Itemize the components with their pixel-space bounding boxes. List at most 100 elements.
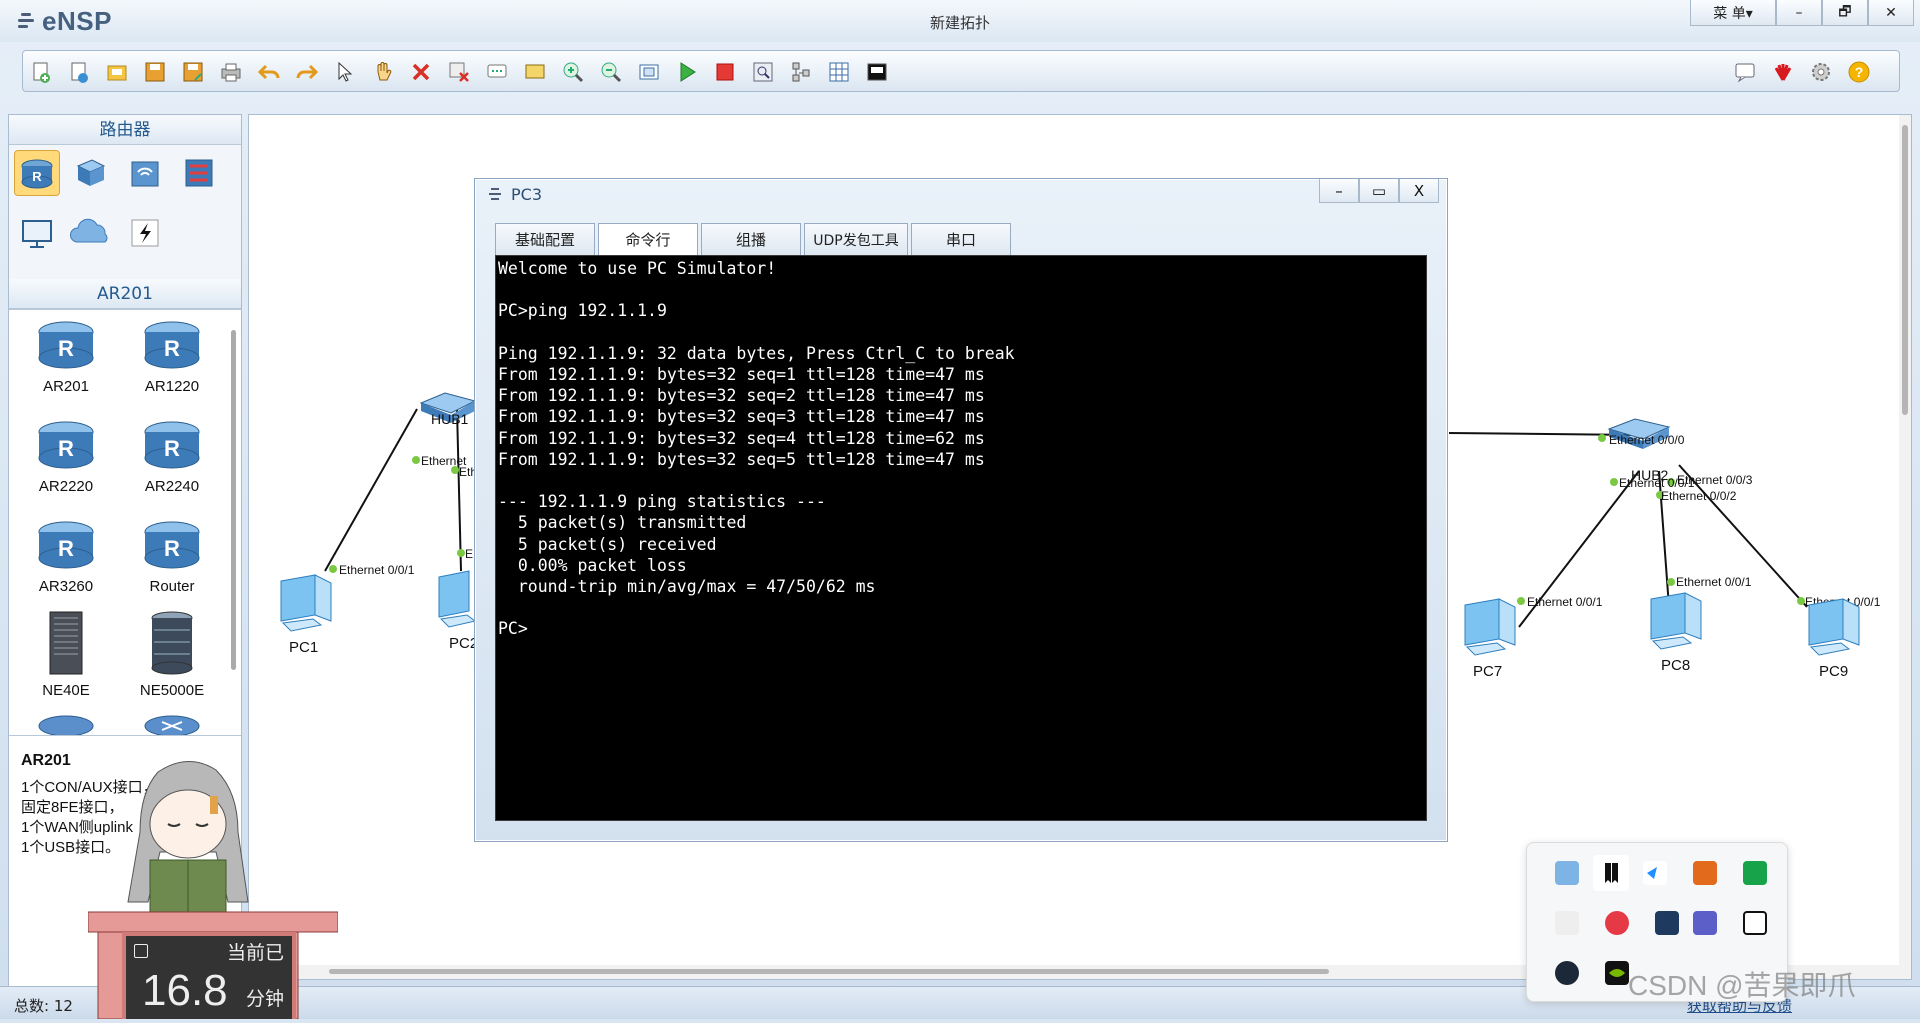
pc8-label: PC8 bbox=[1661, 657, 1691, 674]
pc8-icon[interactable] bbox=[1641, 591, 1711, 655]
study-timer: 当前已 16.8 分钟 bbox=[122, 932, 296, 1019]
tray-blank-icon[interactable] bbox=[1555, 911, 1579, 935]
tray-hdx-icon[interactable] bbox=[1655, 911, 1679, 935]
restore-button[interactable]: 🗗 bbox=[1822, 0, 1868, 26]
tab-basic-config[interactable]: 基础配置 bbox=[495, 223, 595, 255]
screenshot-icon[interactable] bbox=[863, 58, 891, 86]
pc-category-icon[interactable] bbox=[14, 210, 60, 256]
device-ar2240[interactable]: R AR2240 bbox=[127, 418, 217, 495]
device-ar201[interactable]: R AR201 bbox=[21, 318, 111, 395]
svg-text:R: R bbox=[32, 169, 42, 184]
device-label: AR1220 bbox=[144, 378, 200, 395]
tray-steam-icon[interactable] bbox=[1555, 961, 1579, 985]
tray-netease-music-icon[interactable] bbox=[1605, 911, 1629, 935]
svg-text:R: R bbox=[58, 436, 74, 461]
pc3-dialog: PC3 – ▭ X 基础配置 命令行 组播 UDP发包工具 串口 Welcome… bbox=[474, 178, 1448, 842]
device-list-scrollbar[interactable] bbox=[231, 330, 236, 670]
select-icon[interactable] bbox=[331, 58, 359, 86]
svg-text:R: R bbox=[58, 536, 74, 561]
pc1-icon[interactable] bbox=[271, 573, 341, 637]
ensp-window: eNSP 新建拓扑 菜 单▾ – 🗗 ✕ ? 路由器 R AR201 R AR2… bbox=[0, 0, 1920, 1020]
minimize-button[interactable]: – bbox=[1776, 0, 1822, 26]
new-topology-icon[interactable] bbox=[27, 58, 55, 86]
tab-multicast[interactable]: 组播 bbox=[701, 223, 801, 255]
message-icon[interactable] bbox=[1731, 58, 1759, 86]
undo-icon[interactable] bbox=[255, 58, 283, 86]
new-from-template-icon[interactable] bbox=[65, 58, 93, 86]
dialog-title: PC3 bbox=[511, 185, 542, 204]
delete-link-icon[interactable] bbox=[445, 58, 473, 86]
tray-feishu-icon[interactable] bbox=[1643, 861, 1667, 885]
device-router[interactable]: R Router bbox=[127, 518, 217, 595]
settings-icon[interactable] bbox=[1807, 58, 1835, 86]
topology-icon[interactable] bbox=[787, 58, 815, 86]
pc7-icon[interactable] bbox=[1455, 597, 1525, 661]
tab-serial[interactable]: 串口 bbox=[911, 223, 1011, 255]
csdn-watermark: CSDN @苦果即爪 bbox=[1628, 970, 1856, 1001]
pan-icon[interactable] bbox=[369, 58, 397, 86]
dialog-tabs: 基础配置 命令行 组播 UDP发包工具 串口 bbox=[495, 223, 1011, 255]
svg-text:R: R bbox=[164, 536, 180, 561]
device-section-title: AR201 bbox=[9, 279, 241, 309]
open-icon[interactable] bbox=[103, 58, 131, 86]
menu-button[interactable]: 菜 单▾ bbox=[1690, 0, 1776, 26]
zoom-in-icon[interactable] bbox=[559, 58, 587, 86]
pc1-label: PC1 bbox=[289, 639, 319, 656]
text-icon[interactable] bbox=[483, 58, 511, 86]
firewall-category-icon[interactable] bbox=[176, 150, 222, 196]
zoom-out-icon[interactable] bbox=[597, 58, 625, 86]
pc2-icon[interactable] bbox=[429, 569, 479, 633]
timer-label: 当前已 bbox=[226, 942, 284, 964]
stop-icon[interactable] bbox=[711, 58, 739, 86]
tab-command-line[interactable]: 命令行 bbox=[598, 223, 698, 255]
dialog-minimize-button[interactable]: – bbox=[1319, 179, 1359, 203]
tab-udp-tool[interactable]: UDP发包工具 bbox=[804, 223, 908, 255]
delete-icon[interactable] bbox=[407, 58, 435, 86]
device-label: AR3260 bbox=[38, 578, 94, 595]
save-as-icon[interactable] bbox=[179, 58, 207, 86]
capture-icon[interactable] bbox=[749, 58, 777, 86]
canvas-vertical-scrollbar[interactable] bbox=[1899, 115, 1911, 979]
tray-openai-icon[interactable] bbox=[1743, 911, 1767, 935]
start-icon[interactable] bbox=[673, 58, 701, 86]
tray-nvidia-icon[interactable] bbox=[1605, 961, 1629, 985]
dialog-maximize-button[interactable]: ▭ bbox=[1359, 179, 1399, 203]
device-ar2220[interactable]: R AR2220 bbox=[21, 418, 111, 495]
device-ne5000e[interactable]: NE5000E bbox=[127, 610, 217, 699]
device-ne40e[interactable]: NE40E bbox=[21, 610, 111, 699]
save-icon[interactable] bbox=[141, 58, 169, 86]
command-terminal[interactable]: Welcome to use PC Simulator! PC>ping 192… bbox=[495, 255, 1427, 821]
svg-text:R: R bbox=[164, 436, 180, 461]
print-icon[interactable] bbox=[217, 58, 245, 86]
wlan-category-icon[interactable] bbox=[122, 150, 168, 196]
palette-icon[interactable] bbox=[521, 58, 549, 86]
device-label: AR2220 bbox=[38, 478, 94, 495]
svg-text:?: ? bbox=[1855, 64, 1864, 80]
dialog-close-button[interactable]: X bbox=[1399, 179, 1439, 203]
device-label: NE5000E bbox=[139, 682, 205, 699]
dialog-title-bar: PC3 bbox=[487, 185, 542, 204]
timer-unit: 分钟 bbox=[246, 988, 285, 1010]
cloud-category-icon[interactable] bbox=[68, 210, 114, 256]
device-ar3260[interactable]: R AR3260 bbox=[21, 518, 111, 595]
tray-app-icon[interactable] bbox=[1555, 861, 1579, 885]
device-ar1220[interactable]: R AR1220 bbox=[127, 318, 217, 395]
help-icon[interactable]: ? bbox=[1845, 58, 1873, 86]
tray-teams-icon[interactable] bbox=[1693, 911, 1717, 935]
tray-java-icon[interactable] bbox=[1693, 861, 1717, 885]
huawei-icon[interactable] bbox=[1769, 58, 1797, 86]
fit-icon[interactable] bbox=[635, 58, 663, 86]
switch-category-icon[interactable] bbox=[68, 150, 114, 196]
category-title: 路由器 bbox=[9, 115, 241, 145]
grid-icon[interactable] bbox=[825, 58, 853, 86]
title-bar: eNSP 新建拓扑 菜 单▾ – 🗗 ✕ bbox=[0, 0, 1920, 42]
connection-category-icon[interactable] bbox=[122, 210, 168, 256]
redo-icon[interactable] bbox=[293, 58, 321, 86]
tray-xbox-icon[interactable] bbox=[1743, 861, 1767, 885]
close-button[interactable]: ✕ bbox=[1868, 0, 1914, 26]
tray-bookmark-icon[interactable] bbox=[1593, 855, 1629, 891]
port-label: Ethernet 0/0/3 bbox=[1677, 473, 1753, 487]
device-label: Router bbox=[149, 578, 195, 595]
router-category-icon[interactable]: R bbox=[14, 150, 60, 196]
pc9-icon[interactable] bbox=[1799, 597, 1869, 661]
